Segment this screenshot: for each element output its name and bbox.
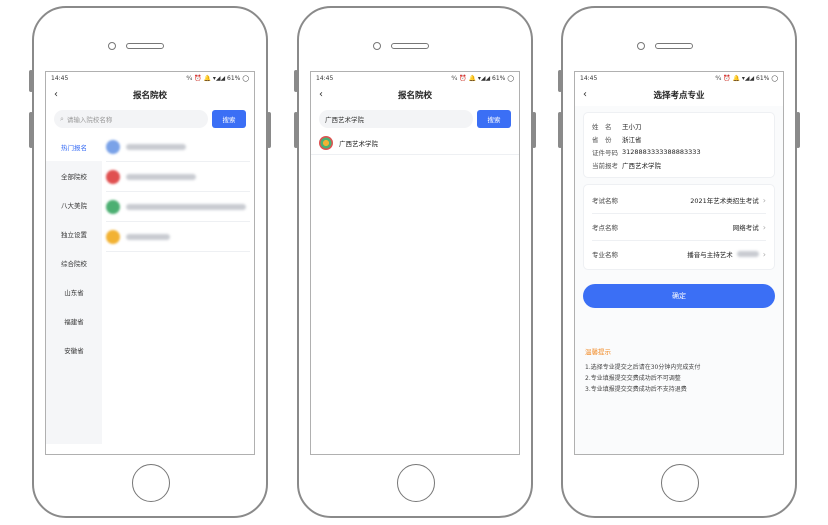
sidebar-item-all[interactable]: 全部院校 <box>46 161 102 190</box>
side-button <box>294 70 298 92</box>
screen-school-list: 14:45 ⁶⁄₄ ⏰ 🔔 ▾◢◢ 61% ◯ ‹ 报名院校 ⌕ 请输入院校名称… <box>45 71 255 455</box>
sidebar-item-eight-academies[interactable]: 八大美院 <box>46 190 102 219</box>
search-placeholder: 请输入院校名称 <box>66 116 113 124</box>
speaker-icon <box>126 43 164 49</box>
back-arrow-icon[interactable]: ‹ <box>54 89 58 100</box>
side-button <box>558 70 562 92</box>
list-item[interactable] <box>106 222 250 252</box>
chevron-right-icon: › <box>762 222 766 232</box>
school-logo-icon <box>106 229 120 244</box>
school-logo-icon <box>106 139 120 154</box>
sidebar-item-anhui[interactable]: 安徽省 <box>46 335 102 364</box>
search-input[interactable]: 广西艺术学院 <box>319 110 473 128</box>
speaker-icon <box>655 43 693 49</box>
status-time: 14:45 <box>316 74 334 82</box>
nav-bar: ‹ 报名院校 <box>46 84 254 106</box>
nav-bar: ‹ 报名院校 <box>311 84 519 106</box>
sidebar-item-shandong[interactable]: 山东省 <box>46 277 102 306</box>
status-icons: ⁶⁄₄ ⏰ 🔔 ▾◢◢ 61% ◯ <box>715 74 778 82</box>
tip-line: 1.选择专业提交之后请在30分钟内完成支付 <box>585 364 701 371</box>
list-item[interactable] <box>106 192 250 222</box>
tips-title: 温馨提示 <box>585 348 611 356</box>
status-bar: 14:45 ⁶⁄₄ ⏰ 🔔 ▾◢◢ 61% ◯ <box>311 72 519 84</box>
home-button[interactable] <box>661 464 699 502</box>
tip-line: 3.专业填报提交交费成功后不支持退费 <box>585 386 687 393</box>
side-button <box>532 112 536 148</box>
select-major[interactable]: 专业名称 播音与主持艺术 › <box>592 241 766 267</box>
status-time: 14:45 <box>580 74 598 82</box>
search-row: ⌕ 请输入院校名称 搜索 <box>46 106 254 132</box>
confirm-button[interactable]: 确定 <box>583 284 775 308</box>
status-icons: ⁶⁄₄ ⏰ 🔔 ▾◢◢ 61% ◯ <box>451 74 514 82</box>
chevron-right-icon: › <box>762 249 766 259</box>
sidebar-item-hot[interactable]: 热门报名 <box>46 132 102 161</box>
sidebar-item-fujian[interactable]: 福建省 <box>46 306 102 335</box>
status-icons: ⁶⁄₄ ⏰ 🔔 ▾◢◢ 61% ◯ <box>186 74 249 82</box>
list-item[interactable]: 广西艺术学院 <box>311 132 519 155</box>
screen-search-result: 14:45 ⁶⁄₄ ⏰ 🔔 ▾◢◢ 61% ◯ ‹ 报名院校 广西艺术学院 搜索… <box>310 71 520 455</box>
screen-select-major: 14:45 ⁶⁄₄ ⏰ 🔔 ▾◢◢ 61% ◯ ‹ 选择考点专业 姓 名 王小刀… <box>574 71 784 455</box>
select-exam[interactable]: 考试名称 2021年艺术类招生考试 › <box>592 187 766 214</box>
phone-frame-1: 14:45 ⁶⁄₄ ⏰ 🔔 ▾◢◢ 61% ◯ ‹ 报名院校 ⌕ 请输入院校名称… <box>29 6 271 518</box>
search-icon: ⌕ <box>60 114 64 123</box>
back-arrow-icon[interactable]: ‹ <box>583 89 587 100</box>
side-button <box>294 112 298 148</box>
side-button <box>558 112 562 148</box>
back-arrow-icon[interactable]: ‹ <box>319 89 323 100</box>
list-item[interactable] <box>106 162 250 192</box>
phone-frame-3: 14:45 ⁶⁄₄ ⏰ 🔔 ▾◢◢ 61% ◯ ‹ 选择考点专业 姓 名 王小刀… <box>558 6 800 518</box>
side-button <box>267 112 271 148</box>
search-row: 广西艺术学院 搜索 <box>311 106 519 132</box>
blurred-text <box>126 203 246 210</box>
page-title: 报名院校 <box>397 91 432 101</box>
list-item[interactable] <box>106 132 250 162</box>
status-bar: 14:45 ⁶⁄₄ ⏰ 🔔 ▾◢◢ 61% ◯ <box>575 72 783 84</box>
page-title: 选择考点专业 <box>653 91 705 101</box>
speaker-icon <box>391 43 429 49</box>
blurred-text <box>736 251 759 257</box>
applicant-info-card: 姓 名 王小刀 省 份 浙江省 证件号码 3128883333388883333… <box>583 112 775 178</box>
school-logo-icon <box>106 169 120 184</box>
blurred-text <box>126 143 186 150</box>
blurred-text <box>126 233 170 240</box>
camera-icon <box>373 42 381 50</box>
camera-icon <box>637 42 645 50</box>
info-current-school: 当前报考 广西艺术学院 <box>592 161 661 170</box>
side-button <box>29 112 33 148</box>
search-value: 广西艺术学院 <box>325 116 364 124</box>
select-exam-site[interactable]: 考点名称 网络考试 › <box>592 214 766 241</box>
home-button[interactable] <box>132 464 170 502</box>
search-button[interactable]: 搜索 <box>477 110 511 128</box>
status-bar: 14:45 ⁶⁄₄ ⏰ 🔔 ▾◢◢ 61% ◯ <box>46 72 254 84</box>
info-name: 姓 名 王小刀 <box>592 122 642 131</box>
selection-card: 考试名称 2021年艺术类招生考试 › 考点名称 网络考试 › 专业名称 播音与主持… <box>583 184 775 270</box>
side-button <box>29 70 33 92</box>
page-title: 报名院校 <box>132 91 167 101</box>
search-input[interactable]: ⌕ 请输入院校名称 <box>54 110 208 128</box>
category-sidebar: 热门报名 全部院校 八大美院 独立设置 综合院校 山东省 福建省 安徽省 <box>46 132 102 444</box>
tip-line: 2.专业填报提交交费成功后不可调整 <box>585 375 681 382</box>
chevron-right-icon: › <box>762 195 766 205</box>
school-logo-icon <box>319 136 333 150</box>
sidebar-item-comprehensive[interactable]: 综合院校 <box>46 248 102 277</box>
status-time: 14:45 <box>51 74 69 82</box>
side-button <box>796 112 800 148</box>
info-province: 省 份 浙江省 <box>592 135 642 144</box>
camera-icon <box>108 42 116 50</box>
nav-bar: ‹ 选择考点专业 <box>575 84 783 106</box>
blurred-text <box>126 173 196 180</box>
tips-section: 温馨提示 1.选择专业提交之后请在30分钟内完成支付 2.专业填报提交交费成功后… <box>575 308 783 395</box>
sidebar-item-independent[interactable]: 独立设置 <box>46 219 102 248</box>
school-logo-icon <box>106 199 120 214</box>
phone-frame-2: 14:45 ⁶⁄₄ ⏰ 🔔 ▾◢◢ 61% ◯ ‹ 报名院校 广西艺术学院 搜索… <box>294 6 536 518</box>
school-list <box>102 132 254 444</box>
result-school-name: 广西艺术学院 <box>339 140 378 148</box>
search-button[interactable]: 搜索 <box>212 110 246 128</box>
info-id-number: 证件号码 3128883333388883333 <box>592 147 701 157</box>
home-button[interactable] <box>397 464 435 502</box>
